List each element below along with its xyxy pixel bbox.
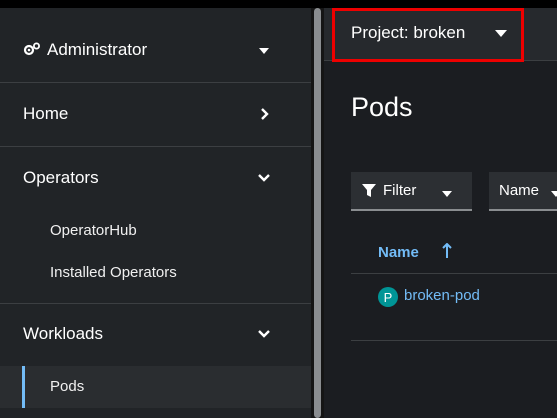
sidebar: Administrator Home Operators OperatorHub… — [0, 8, 311, 418]
table-row-divider — [351, 340, 557, 341]
sidebar-item-label: Home — [23, 104, 69, 123]
perspective-label: Administrator — [47, 40, 148, 59]
main-content — [324, 8, 557, 418]
chevron-right-icon — [255, 105, 273, 123]
table-header-divider — [351, 273, 557, 274]
cogs-icon — [23, 42, 41, 61]
name-filter-select[interactable]: Name — [489, 172, 557, 211]
sidebar-item-label: Operators — [23, 168, 99, 187]
filter-dropdown[interactable]: Filter — [351, 172, 472, 211]
pod-resource-badge: P — [378, 287, 398, 307]
sidebar-subitem-pods[interactable] — [0, 366, 311, 408]
project-selector[interactable]: Project: broken — [351, 23, 465, 43]
chevron-down-icon — [255, 324, 273, 342]
sidebar-item-operators[interactable]: Operators — [0, 146, 311, 210]
sidebar-item-label: Workloads — [23, 324, 103, 343]
pod-link[interactable]: broken-pod — [404, 287, 480, 304]
sidebar-item-workloads[interactable]: Workloads — [0, 302, 311, 366]
name-select-label: Name — [499, 182, 540, 199]
sidebar-item-home[interactable]: Home — [0, 82, 311, 146]
caret-down-icon — [550, 186, 557, 204]
chevron-down-icon — [255, 168, 273, 186]
filter-label: Filter — [383, 182, 417, 199]
filter-icon — [361, 183, 377, 203]
page-title: Pods — [351, 92, 413, 122]
sidebar-subitem-installed-operators[interactable]: Installed Operators — [50, 264, 177, 281]
column-header-name[interactable]: Name — [378, 244, 419, 261]
top-masthead — [0, 0, 557, 8]
caret-down-icon — [441, 186, 453, 204]
caret-down-icon — [255, 42, 273, 60]
scrollbar-thumb[interactable] — [314, 8, 321, 418]
caret-down-icon[interactable] — [494, 26, 508, 44]
sort-ascending-icon[interactable] — [441, 242, 453, 264]
sidebar-subitem-operatorhub[interactable]: OperatorHub — [50, 222, 137, 239]
sidebar-subitem-pods-label: Pods — [50, 378, 85, 395]
active-indicator — [22, 366, 25, 408]
perspective-switcher[interactable]: Administrator — [0, 18, 311, 82]
